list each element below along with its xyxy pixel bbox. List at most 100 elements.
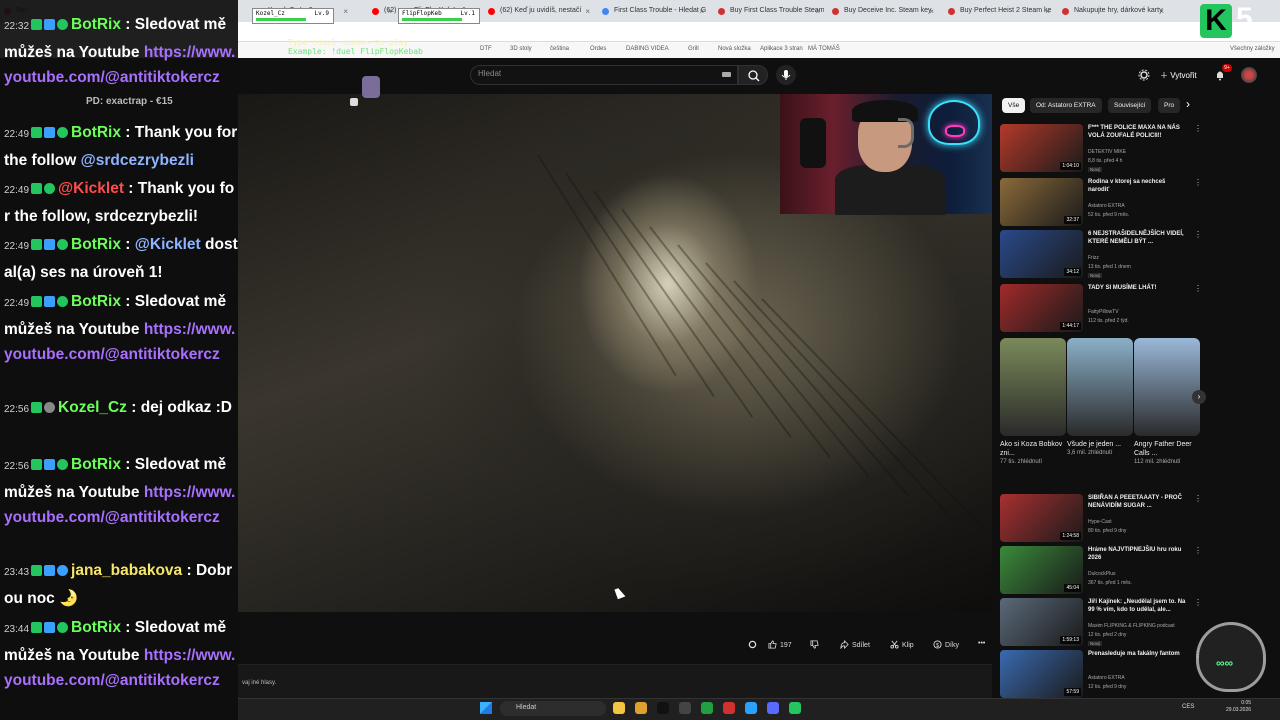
video-title[interactable]: TADY SI MUSÍME LHÁT!	[1088, 284, 1188, 292]
related-video-item[interactable]: 57:59 Prenasleduje ma fakálny fantom Astat…	[1000, 650, 1205, 700]
short-thumbnail[interactable]	[1134, 338, 1200, 436]
short-thumbnail[interactable]	[1067, 338, 1133, 436]
video-thumbnail[interactable]: 1:04:10	[1000, 124, 1083, 172]
search-input[interactable]	[470, 65, 738, 85]
like-button[interactable]: 197	[768, 640, 792, 654]
chat-mention[interactable]: @srdcezrybezli	[81, 152, 194, 169]
chat-username[interactable]: jana_babakova	[71, 562, 182, 579]
clip-button[interactable]: Klip	[890, 640, 914, 654]
comment-area[interactable]	[238, 664, 992, 698]
related-video-item[interactable]: 45:04 Hráme NAJVTIPNEJŠIU hru roku 2026 Du…	[1000, 546, 1205, 596]
bookmark-item[interactable]: Aplikace 3 stran	[760, 46, 803, 52]
video-thumbnail[interactable]: 1:44:17	[1000, 284, 1083, 332]
chevron-right-icon[interactable]: ›	[1192, 390, 1206, 404]
browser-tab[interactable]: Nakupujte hry, dárkové karty ×	[1058, 3, 1168, 20]
video-title[interactable]: SIBIŘAN A PEEETAAATY - PROČ NENÁVIDÍM SU…	[1088, 494, 1188, 510]
video-title[interactable]: Hráme NAJVTIPNEJŠIU hru roku 2026	[1088, 546, 1188, 562]
bookmark-item[interactable]: čeština	[550, 46, 569, 52]
bookmark-item[interactable]: Ordes	[590, 46, 606, 52]
channel-name[interactable]: DulcockPlus	[1088, 571, 1116, 577]
short-item[interactable]: Angry Father Deer Calls ... 112 mil. zhlé…	[1134, 338, 1200, 466]
video-thumbnail[interactable]: 34:12	[1000, 230, 1083, 278]
filter-chip[interactable]: Pro	[1158, 98, 1181, 113]
chat-username[interactable]: BotRix	[71, 236, 121, 253]
chat-username[interactable]: BotRix	[71, 16, 121, 33]
chat-username[interactable]: @Kicklet	[58, 180, 124, 197]
filter-chip[interactable]: Vše	[1002, 98, 1026, 113]
bookmark-item[interactable]: DTF	[480, 46, 492, 52]
bookmark-item[interactable]: MÁ TOMÁŠ	[808, 46, 840, 52]
bookmark-item[interactable]: 3D stoly	[510, 46, 532, 52]
short-title[interactable]: Angry Father Deer Calls ...	[1134, 440, 1200, 458]
short-item[interactable]: Všude je jeden ... 3,6 mil. zhlédnutí	[1067, 338, 1133, 457]
chat-mention[interactable]: @Kicklet	[135, 236, 201, 253]
close-icon[interactable]: ×	[1159, 7, 1164, 16]
video-title[interactable]: Rodina v ktorej sa nechceš narodiť	[1088, 178, 1188, 194]
chat-username[interactable]: Kozel_Cz	[58, 399, 127, 416]
chat-username[interactable]: BotRix	[71, 619, 121, 636]
short-title[interactable]: Všude je jeden ...	[1067, 440, 1133, 449]
bookmark-item[interactable]: Nová složka	[718, 46, 751, 52]
channel-name[interactable]: Astatoro EXTRA	[1088, 675, 1125, 681]
close-icon[interactable]: ×	[585, 7, 590, 16]
video-thumbnail[interactable]: 1:24:58	[1000, 494, 1083, 542]
browser-tab[interactable]: (62) Keď ju uvidíš, nestačí ×	[484, 3, 594, 20]
gear-icon[interactable]	[1138, 68, 1150, 81]
share-button[interactable]: Sdílet	[840, 640, 870, 654]
more-vert-icon[interactable]: ⋮	[1194, 284, 1202, 293]
thanks-button[interactable]: $ Díky	[933, 640, 959, 654]
dislike-button[interactable]	[810, 640, 822, 654]
more-vert-icon[interactable]: ⋮	[1194, 230, 1202, 239]
taskbar-search[interactable]: Hledat	[500, 701, 606, 716]
browser-tab[interactable]: First Class Trouble - Hledat G ×	[598, 3, 708, 20]
video-title[interactable]: Prenasleduje ma fakálny fantom	[1088, 650, 1188, 658]
related-video-item[interactable]: 1:59:13 Jiří Kajínek: „Neudělal jsem to. …	[1000, 598, 1205, 648]
create-button[interactable]: ＋ Vytvořit	[1156, 67, 1204, 82]
voice-search-button[interactable]	[776, 65, 796, 85]
video-thumbnail[interactable]: 57:59	[1000, 650, 1083, 698]
bookmark-item[interactable]: DABING VIDEA	[626, 46, 669, 52]
browser-tab[interactable]: Buy Deceive Inc. Steam key ×	[828, 3, 938, 20]
channel-name[interactable]: Hype-Cast	[1088, 519, 1112, 525]
bookmark-item[interactable]: Všechny záložky	[1230, 46, 1275, 52]
chat-username[interactable]: BotRix	[71, 124, 121, 141]
more-actions-button[interactable]: •••	[978, 640, 985, 654]
video-title[interactable]: F*** THE POLICE MAXA NA NÁS VOLÁ ZOUFALÉ…	[1088, 124, 1188, 140]
video-thumbnail[interactable]: 32:37	[1000, 178, 1083, 226]
search-button[interactable]	[738, 65, 768, 85]
short-title[interactable]: Ako si Koza Bobkov zni...	[1000, 440, 1066, 458]
video-title[interactable]: Jiří Kajínek: „Neudělal jsem to. Na 99 %…	[1088, 598, 1188, 614]
more-vert-icon[interactable]: ⋮	[1194, 178, 1202, 187]
video-thumbnail[interactable]: 1:59:13	[1000, 598, 1083, 646]
close-icon[interactable]: ×	[699, 7, 704, 16]
keyboard-icon[interactable]	[722, 72, 731, 77]
windows-start-icon[interactable]	[480, 702, 492, 714]
chat-username[interactable]: BotRix	[71, 293, 121, 310]
clock[interactable]: 0:05 29.03.2026	[1226, 700, 1251, 714]
taskbar-app-icon[interactable]	[767, 702, 779, 714]
chat-username[interactable]: BotRix	[71, 456, 121, 473]
language-indicator[interactable]: CES	[1182, 704, 1194, 710]
browser-tab[interactable]: Buy Perfect Heist 2 Steam ke ×	[944, 3, 1054, 20]
bookmark-item[interactable]: Grill	[688, 46, 699, 52]
taskbar-app-icon[interactable]	[745, 702, 757, 714]
channel-name[interactable]: FattyPillowTV	[1088, 309, 1119, 315]
related-video-item[interactable]: 34:12 6 NEJSTRAŠIDELNĚJŠÍCH VIDEÍ, KTERÉ …	[1000, 230, 1205, 280]
related-video-item[interactable]: 1:24:58 SIBIŘAN A PEEETAAATY - PROČ NENÁV…	[1000, 494, 1205, 544]
channel-name[interactable]: Frizz	[1088, 255, 1099, 261]
filter-chip[interactable]: Související	[1108, 98, 1152, 113]
taskbar-app-icon[interactable]	[635, 702, 647, 714]
related-video-item[interactable]: 32:37 Rodina v ktorej sa nechceš narodiť A…	[1000, 178, 1205, 228]
taskbar-app-icon[interactable]	[657, 702, 669, 714]
filter-chip[interactable]: Od: Astatoro EXTRA	[1030, 98, 1102, 113]
browser-tab[interactable]: Buy First Class Trouble Steam ×	[714, 3, 824, 20]
taskbar-app-icon[interactable]	[789, 702, 801, 714]
more-vert-icon[interactable]: ⋮	[1194, 124, 1202, 133]
taskbar-app-icon[interactable]	[701, 702, 713, 714]
close-icon[interactable]: ×	[1045, 7, 1050, 16]
avatar[interactable]	[1241, 67, 1257, 83]
more-vert-icon[interactable]: ⋮	[1194, 598, 1202, 607]
taskbar-app-icon[interactable]	[679, 702, 691, 714]
short-thumbnail[interactable]	[1000, 338, 1066, 436]
taskbar-app-icon[interactable]	[723, 702, 735, 714]
